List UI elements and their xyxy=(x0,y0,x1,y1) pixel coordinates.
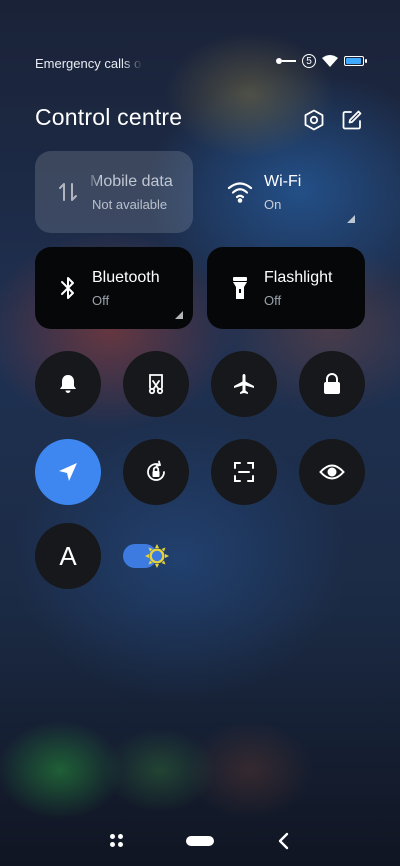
auto-brightness-toggle[interactable] xyxy=(123,544,169,568)
mobile-data-icon xyxy=(53,177,83,207)
bluetooth-icon xyxy=(53,273,83,303)
sim-number: 5 xyxy=(306,55,312,67)
bluetooth-tile[interactable]: Bluetooth Off xyxy=(35,247,193,329)
lock-screen-toggle[interactable] xyxy=(299,351,365,417)
edit-button[interactable] xyxy=(339,107,365,133)
bell-icon xyxy=(60,375,76,393)
font-size-glyph: A xyxy=(59,540,77,571)
scan-icon xyxy=(234,462,254,482)
battery-icon xyxy=(344,56,367,66)
hexagon-settings-icon xyxy=(304,109,324,131)
status-text: Emergency calls o xyxy=(35,56,141,71)
location-icon xyxy=(59,463,77,481)
airplane-toggle[interactable] xyxy=(211,351,277,417)
home-button[interactable] xyxy=(186,836,214,846)
back-button[interactable] xyxy=(276,831,292,851)
key-icon xyxy=(276,58,296,64)
screenshot-icon xyxy=(148,374,164,395)
eye-icon xyxy=(319,464,345,480)
wifi-icon xyxy=(225,177,255,207)
rotation-lock-icon xyxy=(147,460,165,481)
settings-button[interactable] xyxy=(301,107,327,133)
wifi-tile[interactable]: Wi-Fi On xyxy=(207,151,365,233)
scanner-toggle[interactable] xyxy=(211,439,277,505)
bluetooth-label: Bluetooth xyxy=(92,269,160,286)
recents-button[interactable] xyxy=(110,834,124,848)
silent-toggle[interactable] xyxy=(35,351,101,417)
edit-icon xyxy=(342,110,362,130)
bluetooth-expand-corner[interactable] xyxy=(175,311,183,319)
screenshot-toggle[interactable] xyxy=(123,351,189,417)
airplane-icon xyxy=(234,374,254,394)
flashlight-status: Off xyxy=(264,293,282,308)
wifi-status: On xyxy=(264,197,282,212)
flashlight-tile[interactable]: Flashlight Off xyxy=(207,247,365,329)
page-title: Control centre xyxy=(35,104,183,130)
mobile-data-label: Mobile data xyxy=(90,173,173,190)
flashlight-icon xyxy=(225,273,255,303)
status-bar: Emergency calls o 5 xyxy=(35,52,367,74)
sim-icon: 5 xyxy=(302,54,316,68)
battery-fill xyxy=(346,58,362,64)
rotation-lock-toggle[interactable] xyxy=(123,439,189,505)
location-toggle[interactable] xyxy=(35,439,101,505)
lock-icon xyxy=(324,373,340,394)
wifi-label: Wi-Fi xyxy=(264,173,302,190)
status-icons: 5 xyxy=(276,54,367,68)
wifi-expand-corner[interactable] xyxy=(347,215,355,223)
reading-mode-toggle[interactable] xyxy=(299,439,365,505)
mobile-data-status: Not available xyxy=(92,197,168,212)
font-size-button[interactable]: A xyxy=(35,523,101,589)
wifi-status-icon xyxy=(322,55,338,67)
sun-icon xyxy=(145,544,169,568)
navigation-bar xyxy=(0,826,400,856)
mobile-data-tile[interactable]: Mobile data Not available xyxy=(35,151,193,233)
bluetooth-status: Off xyxy=(92,293,110,308)
flashlight-label: Flashlight xyxy=(264,269,333,286)
